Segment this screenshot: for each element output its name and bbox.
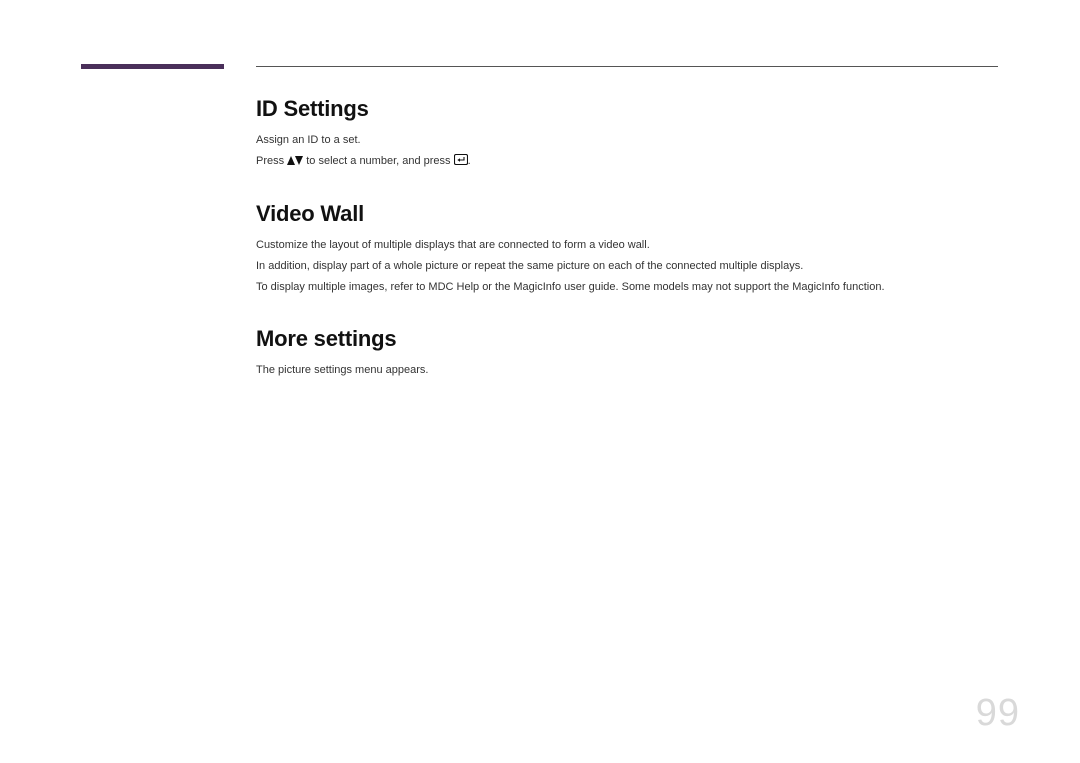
video-wall-line-3: To display multiple images, refer to MDC… bbox=[256, 279, 998, 296]
id-settings-line-2: Press up-down-arrows-icon to select a nu… bbox=[256, 153, 998, 171]
heading-video-wall: Video Wall bbox=[256, 201, 998, 227]
more-settings-line-1: The picture settings menu appears. bbox=[256, 362, 998, 379]
accent-bar bbox=[81, 64, 224, 69]
enter-icon bbox=[454, 154, 468, 171]
up-down-arrows-icon bbox=[287, 154, 303, 171]
top-rule bbox=[256, 66, 998, 67]
page-number: 99 bbox=[976, 692, 1020, 735]
video-wall-line-1: Customize the layout of multiple display… bbox=[256, 237, 998, 254]
heading-more-settings: More settings bbox=[256, 326, 998, 352]
id-settings-line-2b: to select a number, and press bbox=[303, 155, 453, 167]
id-settings-line-2a: Press bbox=[256, 155, 287, 167]
id-settings-line-1: Assign an ID to a set. bbox=[256, 132, 998, 149]
id-settings-line-2c: . bbox=[468, 155, 471, 167]
section-more-settings: More settings The picture settings menu … bbox=[256, 326, 998, 379]
section-video-wall: Video Wall Customize the layout of multi… bbox=[256, 201, 998, 296]
section-id-settings: ID Settings Assign an ID to a set. Press… bbox=[256, 96, 998, 171]
content-area: ID Settings Assign an ID to a set. Press… bbox=[256, 96, 998, 409]
heading-id-settings: ID Settings bbox=[256, 96, 998, 122]
video-wall-line-2: In addition, display part of a whole pic… bbox=[256, 258, 998, 275]
